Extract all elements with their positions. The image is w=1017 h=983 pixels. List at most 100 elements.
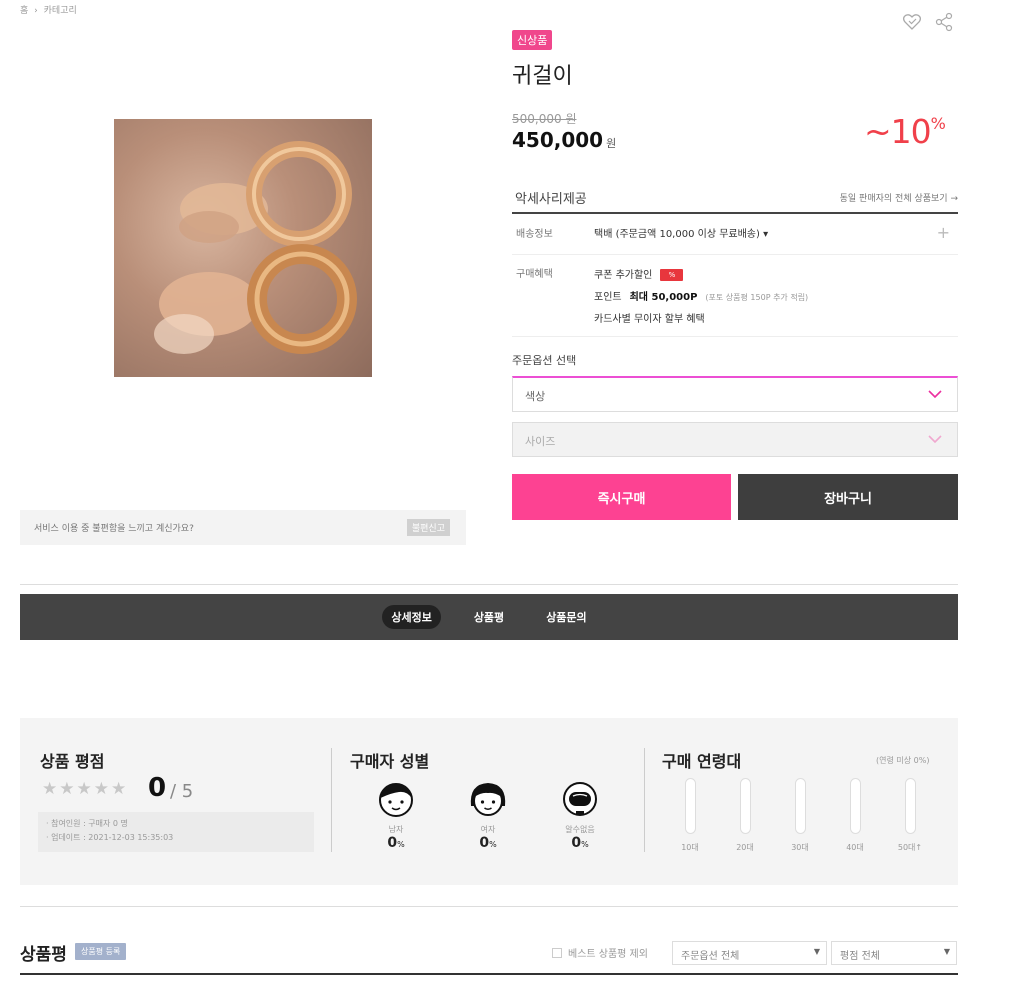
gender-female: 여자 0% xyxy=(463,780,513,851)
seller-all-products-link[interactable]: 동일 판매자의 전체 상품보기 → xyxy=(840,191,958,204)
size-select-placeholder: 사이즈 xyxy=(525,435,556,448)
age-label: 10대 xyxy=(681,843,699,852)
rating-heading: 상품 평점 xyxy=(40,752,105,771)
share-icon[interactable] xyxy=(934,12,954,32)
rating-filter-select[interactable]: 평점 전체 ▼ xyxy=(831,941,957,965)
product-title: 귀걸이 xyxy=(512,64,573,89)
rating-max: / 5 xyxy=(170,781,194,802)
coupon-text: 쿠폰 추가할인 xyxy=(594,270,653,281)
point-benefit: 포인트 최대 50,000P (포토 상품평 150P 추가 적립) xyxy=(594,287,808,309)
participants-text: · 참여인원 : 구매자 0 명 xyxy=(46,819,128,828)
review-summary: 상품 평점 ★ ★ ★ ★ ★ 0 / 5 · 참여인원 : 구매자 0 명 ·… xyxy=(20,718,958,885)
new-product-badge: 신상품 xyxy=(512,30,553,50)
gender-label: 알수없음 xyxy=(565,825,595,834)
chevron-down-icon xyxy=(928,390,942,399)
star-icon: ★ xyxy=(93,779,109,799)
caret-down-icon: ▼ xyxy=(943,947,950,956)
coupon-benefit: 쿠폰 추가할인% xyxy=(594,265,808,287)
gender-value-unit: % xyxy=(489,840,497,849)
point-note: (포토 상품평 150P 추가 적립) xyxy=(705,293,809,302)
add-to-cart-button[interactable]: 장바구니 xyxy=(738,474,958,520)
shipping-label: 배송정보 xyxy=(516,229,553,240)
divider xyxy=(331,748,332,852)
gender-unknown: 알수없음 0% xyxy=(555,780,605,851)
shipping-value[interactable]: 택배 (주문금액 10,000 이상 무료배송) ▾ xyxy=(594,225,768,240)
gender-value-unit: % xyxy=(397,840,405,849)
sale-price: 450,000 원 xyxy=(512,128,616,152)
reviews-title: 상품평 xyxy=(20,945,67,965)
star-icon: ★ xyxy=(111,779,127,799)
coupon-badge[interactable]: % xyxy=(660,269,684,281)
divider xyxy=(20,973,958,975)
color-select[interactable]: 색상 xyxy=(512,376,958,412)
card-benefit: 카드사별 무이자 할부 혜택 xyxy=(594,314,705,325)
updated-text: · 업데이트 : 2021-12-03 15:35:03 xyxy=(46,833,174,842)
benefit-label: 구매혜택 xyxy=(516,269,553,280)
gender-value-number: 0 xyxy=(387,835,398,851)
breadcrumb-home[interactable]: 홈 xyxy=(20,6,28,16)
gender-value-number: 0 xyxy=(571,835,582,851)
age-group: 30대 xyxy=(780,778,820,853)
rating-filter-value: 평점 전체 xyxy=(840,951,880,962)
gender-value-number: 0 xyxy=(479,835,490,851)
breadcrumb-category[interactable]: 카테고리 xyxy=(44,6,77,16)
caret-down-icon: ▼ xyxy=(813,947,820,956)
point-value: 최대 50,000P xyxy=(629,292,698,303)
seller-name[interactable]: 악세사리제공 xyxy=(512,188,587,207)
size-select[interactable]: 사이즈 xyxy=(512,422,958,457)
breadcrumb: 홈 › 카테고리 xyxy=(20,3,80,16)
wishlist-heart-icon[interactable] xyxy=(902,12,922,32)
point-label: 포인트 xyxy=(594,292,622,303)
age-bar xyxy=(739,778,751,834)
age-group: 40대 xyxy=(835,778,875,853)
rating-stars: ★ ★ ★ ★ ★ xyxy=(42,779,126,799)
best-review-exclude[interactable]: 베스트 상품평 제외 xyxy=(552,945,648,960)
top-actions xyxy=(902,12,954,32)
seller-row: 악세사리제공 동일 판매자의 전체 상품보기 → xyxy=(512,182,958,214)
benefit-list: 쿠폰 추가할인% 포인트 최대 50,000P (포토 상품평 150P 추가 적립… xyxy=(594,265,808,331)
age-group: 50대↑ xyxy=(890,778,930,853)
astronaut-avatar-icon xyxy=(563,782,597,816)
divider xyxy=(20,906,958,907)
checkbox[interactable] xyxy=(552,947,562,958)
age-bar xyxy=(904,778,916,834)
gender-label: 여자 xyxy=(480,825,496,834)
gender-value-unit: % xyxy=(581,840,589,849)
option-filter-value: 주문옵션 전체 xyxy=(681,951,740,962)
rating-score: 0 xyxy=(148,773,167,803)
report-text: 서비스 이용 중 불편함을 느끼고 계신가요? xyxy=(34,524,194,534)
tab-detail-info[interactable]: 상세정보 xyxy=(382,605,441,629)
rating-stats: · 참여인원 : 구매자 0 명 · 업데이트 : 2021-12-03 15:… xyxy=(38,812,314,852)
gender-male: 남자 0% xyxy=(371,780,421,851)
tab-reviews[interactable]: 상품평 xyxy=(465,605,513,629)
gender-heading: 구매자 성별 xyxy=(350,752,430,771)
age-group: 20대 xyxy=(725,778,765,853)
discount-rate: ~10% xyxy=(864,112,946,151)
age-bar xyxy=(794,778,806,834)
age-label: 50대↑ xyxy=(897,843,923,852)
age-label: 30대 xyxy=(791,843,809,852)
divider xyxy=(644,748,645,852)
star-icon: ★ xyxy=(76,779,92,799)
age-heading: 구매 연령대 xyxy=(662,752,742,771)
gender-value: 0% xyxy=(555,835,605,851)
star-icon: ★ xyxy=(59,779,75,799)
sale-price-value: 450,000 xyxy=(512,128,604,152)
option-filter-select[interactable]: 주문옵션 전체 ▼ xyxy=(672,941,827,965)
age-label: 20대 xyxy=(736,843,754,852)
tab-qna[interactable]: 상품문의 xyxy=(537,605,595,629)
buy-now-button[interactable]: 즉시구매 xyxy=(512,474,731,520)
shipping-info-row: 배송정보 택배 (주문금액 10,000 이상 무료배송) ▾ + xyxy=(512,215,958,255)
gender-value: 0% xyxy=(371,835,421,851)
age-unknown-note: (연령 미상 0%) xyxy=(876,756,930,765)
age-bar xyxy=(684,778,696,834)
age-bar xyxy=(849,778,861,834)
age-label: 40대 xyxy=(846,843,864,852)
breadcrumb-separator: › xyxy=(34,6,38,16)
plus-icon[interactable]: + xyxy=(937,223,950,242)
color-select-placeholder: 색상 xyxy=(525,390,546,403)
write-review-button[interactable]: 상품평 등록 xyxy=(75,943,127,960)
report-button[interactable]: 불편신고 xyxy=(406,519,450,536)
gender-label: 남자 xyxy=(388,825,404,834)
discount-value: ~10 xyxy=(864,112,932,151)
